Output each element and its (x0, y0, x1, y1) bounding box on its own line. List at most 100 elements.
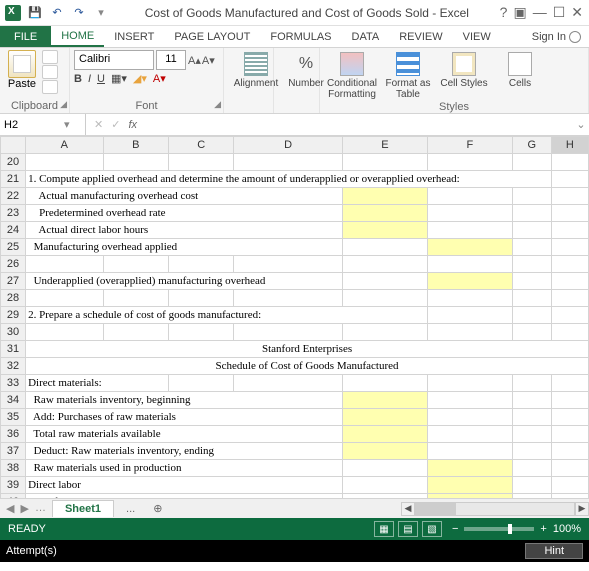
cell-26-B[interactable] (103, 256, 169, 273)
row-header-30[interactable]: 30 (1, 324, 26, 341)
cell-25-A[interactable]: Manufacturing overhead applied (26, 239, 343, 256)
tab-page-layout[interactable]: PAGE LAYOUT (164, 26, 260, 47)
cell-30-E[interactable] (342, 324, 427, 341)
cell-38-A[interactable]: Raw materials used in production (26, 460, 343, 477)
decrease-font-icon[interactable]: A▾ (202, 54, 215, 67)
sheet-tab-active[interactable]: Sheet1 (52, 500, 114, 517)
row-header-29[interactable]: 29 (1, 307, 26, 324)
cell-24-E[interactable] (342, 222, 427, 239)
cell-36-F[interactable] (427, 426, 512, 443)
cell-23-E[interactable] (342, 205, 427, 222)
cell-20-F[interactable] (427, 154, 512, 171)
cell-22-E[interactable] (342, 188, 427, 205)
zoom-level[interactable]: 100% (553, 523, 581, 535)
cell-34-G[interactable] (512, 392, 551, 409)
cell-28-A[interactable] (26, 290, 103, 307)
cell-28-C[interactable] (169, 290, 234, 307)
close-icon[interactable]: ✕ (571, 4, 583, 21)
cell-39-E[interactable] (342, 477, 427, 494)
cell-29-A[interactable]: 2. Prepare a schedule of cost of goods m… (26, 307, 428, 324)
row-header-31[interactable]: 31 (1, 341, 26, 358)
qat-customize-icon[interactable]: ▾ (92, 4, 110, 22)
cell-32-center[interactable]: Schedule of Cost of Goods Manufactured (26, 358, 589, 375)
row-header-38[interactable]: 38 (1, 460, 26, 477)
cell-34-A[interactable]: Raw materials inventory, beginning (26, 392, 343, 409)
cell-24-G[interactable] (512, 222, 551, 239)
zoom-out-icon[interactable]: − (452, 523, 458, 535)
spreadsheet-grid[interactable]: ABCDEFGH20211. Compute applied overhead … (0, 136, 589, 498)
cell-25-E[interactable] (342, 239, 427, 256)
cell-29-G[interactable] (512, 307, 551, 324)
cell-28-B[interactable] (103, 290, 169, 307)
row-header-21[interactable]: 21 (1, 171, 26, 188)
cell-26-G[interactable] (512, 256, 551, 273)
cell-24-F[interactable] (427, 222, 512, 239)
hscroll-thumb[interactable] (416, 503, 456, 515)
cell-26-E[interactable] (342, 256, 427, 273)
hscroll-right-icon[interactable]: ▶ (575, 502, 589, 516)
cell-20-G[interactable] (512, 154, 551, 171)
cell-24-H[interactable] (551, 222, 588, 239)
cell-33-F[interactable] (427, 375, 512, 392)
cell-28-E[interactable] (342, 290, 427, 307)
undo-icon[interactable]: ↶ (48, 4, 66, 22)
select-all-cell[interactable] (1, 137, 26, 154)
cell-40-G[interactable] (512, 494, 551, 499)
cell-21-H[interactable] (551, 171, 588, 188)
increase-font-icon[interactable]: A▴ (188, 54, 201, 67)
cell-35-E[interactable] (342, 409, 427, 426)
cell-28-D[interactable] (234, 290, 343, 307)
cell-39-F[interactable] (427, 477, 512, 494)
cell-34-F[interactable] (427, 392, 512, 409)
file-tab[interactable]: FILE (0, 26, 51, 47)
bold-button[interactable]: B (74, 73, 82, 85)
hscroll-left-icon[interactable]: ◀ (401, 502, 415, 516)
sheet-nav-menu-icon[interactable]: … (35, 502, 46, 515)
cell-28-H[interactable] (551, 290, 588, 307)
fx-icon[interactable]: fx (128, 119, 137, 131)
cell-39-H[interactable] (551, 477, 588, 494)
cell-40-H[interactable] (551, 494, 588, 499)
cell-28-G[interactable] (512, 290, 551, 307)
cell-40-E[interactable] (342, 494, 427, 499)
cell-37-F[interactable] (427, 443, 512, 460)
cell-20-A[interactable] (26, 154, 103, 171)
row-header-27[interactable]: 27 (1, 273, 26, 290)
cell-23-A[interactable]: Predetermined overhead rate (26, 205, 343, 222)
row-header-24[interactable]: 24 (1, 222, 26, 239)
cell-35-H[interactable] (551, 409, 588, 426)
cell-26-H[interactable] (551, 256, 588, 273)
tab-data[interactable]: DATA (342, 26, 390, 47)
sheet-nav-next-icon[interactable]: ▶ (20, 502, 28, 515)
sheet-tab-other[interactable]: ... (114, 501, 147, 517)
name-box-input[interactable] (4, 119, 64, 131)
zoom-slider[interactable] (464, 527, 534, 531)
cell-30-F[interactable] (427, 324, 512, 341)
cell-36-A[interactable]: Total raw materials available (26, 426, 343, 443)
cell-37-E[interactable] (342, 443, 427, 460)
cell-22-A[interactable]: Actual manufacturing overhead cost (26, 188, 343, 205)
col-header-C[interactable]: C (169, 137, 234, 154)
row-header-40[interactable]: 40 (1, 494, 26, 499)
minimize-icon[interactable]: — (533, 4, 547, 21)
cell-36-H[interactable] (551, 426, 588, 443)
help-icon[interactable]: ? (500, 4, 508, 21)
cell-35-A[interactable]: Add: Purchases of raw materials (26, 409, 343, 426)
sheet-nav-prev-icon[interactable]: ◀ (6, 502, 14, 515)
cell-27-A[interactable]: Underapplied (overapplied) manufacturing… (26, 273, 343, 290)
cell-40-A[interactable]: Manufacturing overhead applied to work i… (26, 494, 343, 499)
paste-button[interactable]: Paste (4, 50, 40, 94)
cell-23-H[interactable] (551, 205, 588, 222)
hint-button[interactable]: Hint (525, 543, 583, 559)
cell-26-C[interactable] (169, 256, 234, 273)
cell-38-G[interactable] (512, 460, 551, 477)
cell-styles-button[interactable]: Cell Styles (436, 50, 492, 100)
cell-33-C[interactable] (169, 375, 234, 392)
cell-38-H[interactable] (551, 460, 588, 477)
cell-29-H[interactable] (551, 307, 588, 324)
border-button[interactable]: ▦▾ (111, 72, 127, 85)
cell-35-G[interactable] (512, 409, 551, 426)
cell-26-F[interactable] (427, 256, 512, 273)
cancel-formula-icon[interactable]: ✕ (94, 118, 103, 131)
cell-30-A[interactable] (26, 324, 103, 341)
